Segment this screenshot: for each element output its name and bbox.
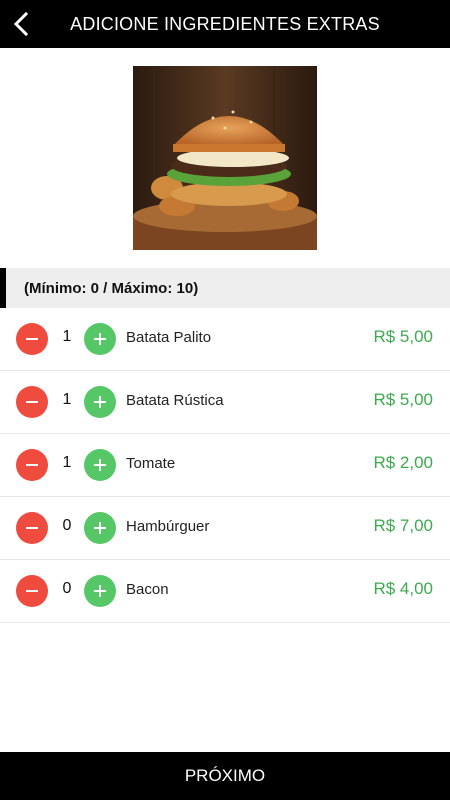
list-item: 1 Batata Palito R$ 5,00 — [0, 308, 450, 371]
list-item: 0 Hambúrguer R$ 7,00 — [0, 497, 450, 560]
minus-icon — [26, 338, 38, 340]
minus-icon — [26, 464, 38, 466]
list-item: 1 Batata Rústica R$ 5,00 — [0, 371, 450, 434]
item-price: R$ 2,00 — [373, 453, 433, 472]
quantity-value: 0 — [62, 517, 72, 534]
item-price: R$ 5,00 — [373, 390, 433, 409]
limits-text: (Mínimo: 0 / Máximo: 10) — [24, 279, 199, 297]
item-price: R$ 7,00 — [373, 516, 433, 535]
item-name: Batata Palito — [126, 329, 212, 346]
quantity-value: 1 — [62, 391, 72, 408]
quantity-value: 0 — [62, 580, 72, 597]
list-item: 0 Bacon R$ 4,00 — [0, 560, 450, 623]
decrement-button[interactable] — [16, 449, 48, 481]
plus-icon — [94, 459, 106, 471]
quantity-value: 1 — [62, 328, 72, 345]
minus-icon — [26, 401, 38, 403]
decrement-button[interactable] — [16, 386, 48, 418]
decrement-button[interactable] — [16, 575, 48, 607]
increment-button[interactable] — [84, 449, 116, 481]
extras-list: 1 Batata Palito R$ 5,00 1 Batata Rústica… — [0, 308, 450, 623]
limits-bar: (Mínimo: 0 / Máximo: 10) — [0, 268, 450, 308]
plus-icon — [94, 396, 106, 408]
next-button[interactable]: PRÓXIMO — [0, 752, 450, 800]
decrement-button[interactable] — [16, 323, 48, 355]
item-price: R$ 5,00 — [373, 327, 433, 346]
chevron-left-icon — [13, 12, 29, 36]
increment-button[interactable] — [84, 575, 116, 607]
plus-icon — [94, 522, 106, 534]
item-price: R$ 4,00 — [373, 579, 433, 598]
item-name: Hambúrguer — [126, 518, 210, 535]
minus-icon — [26, 590, 38, 592]
list-item: 1 Tomate R$ 2,00 — [0, 434, 450, 497]
item-name: Batata Rústica — [126, 392, 224, 409]
item-name: Bacon — [126, 581, 169, 598]
quantity-value: 1 — [62, 454, 72, 471]
increment-button[interactable] — [84, 386, 116, 418]
limits-accent — [0, 268, 6, 308]
item-name: Tomate — [126, 455, 176, 472]
product-image — [133, 66, 317, 250]
page-title: ADICIONE INGREDIENTES EXTRAS — [70, 13, 380, 34]
increment-button[interactable] — [84, 512, 116, 544]
back-button[interactable] — [4, 6, 40, 42]
minus-icon — [26, 527, 38, 529]
decrement-button[interactable] — [16, 512, 48, 544]
plus-icon — [94, 333, 106, 345]
plus-icon — [94, 585, 106, 597]
top-bar: ADICIONE INGREDIENTES EXTRAS — [0, 0, 450, 48]
increment-button[interactable] — [84, 323, 116, 355]
